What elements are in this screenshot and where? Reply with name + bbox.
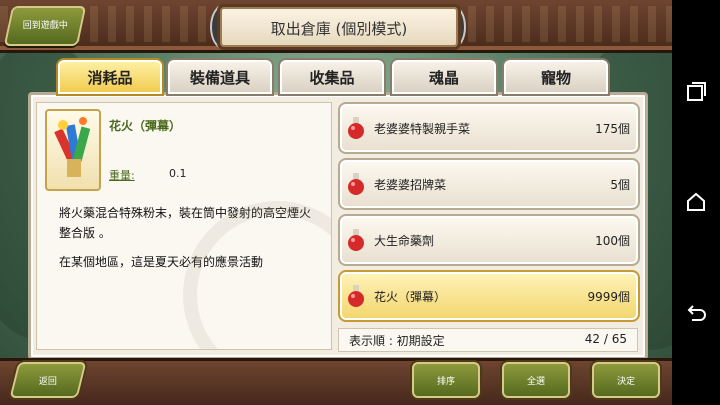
confirm-button-label: 決定 [616, 377, 635, 387]
item-count: 5個 [610, 178, 630, 192]
tab-label: 收集品 [309, 69, 355, 87]
tab-collectibles[interactable]: 收集品 [278, 58, 386, 96]
potion-icon [348, 117, 364, 139]
item-name: 老婆婆特製親手菜 [374, 122, 471, 136]
storage-count: 42 / 65 [584, 332, 627, 346]
tab-consumables[interactable]: 消耗品 [56, 58, 164, 96]
back-button[interactable]: 返回 [9, 362, 87, 398]
select-all-button[interactable]: 全選 [502, 362, 570, 398]
back-arrow-icon[interactable] [684, 302, 708, 326]
potion-icon [348, 173, 364, 195]
item-name: 老婆婆招牌菜 [374, 178, 447, 192]
item-description-extra: 在某個地區，這是夏天必有的應景活動 [59, 255, 264, 269]
potion-icon [348, 285, 364, 307]
item-name: 大生命藥劑 [374, 234, 435, 248]
back-to-game-label: 回到遊戲中 [22, 21, 68, 31]
sort-button-label: 排序 [436, 377, 455, 387]
tab-soul-crystals[interactable]: 魂晶 [390, 58, 498, 96]
item-name: 花火（彈幕） [374, 290, 447, 304]
item-count: 9999個 [587, 290, 630, 304]
list-footer: 表示順 : 初期設定 42 / 65 [338, 328, 638, 352]
back-button-label: 返回 [38, 377, 57, 387]
tab-pets[interactable]: 寵物 [502, 58, 610, 96]
item-name: 花火（彈幕） [109, 119, 182, 133]
home-icon[interactable] [684, 190, 708, 214]
fireworks-icon [45, 109, 101, 191]
list-item-selected[interactable]: 花火（彈幕） 9999個 [338, 270, 640, 322]
bottom-bar [0, 358, 672, 405]
list-item[interactable]: 大生命藥劑 100個 [338, 214, 640, 266]
tab-label: 消耗品 [87, 69, 133, 87]
item-description: 將火藥混合特殊粉末，裝在筒中發射的高空煙火整合版 。 [59, 206, 312, 240]
potion-icon [348, 229, 364, 251]
confirm-button[interactable]: 決定 [592, 362, 660, 398]
list-item[interactable]: 老婆婆特製親手菜 175個 [338, 102, 640, 154]
tab-label: 魂晶 [428, 69, 459, 87]
tab-equipment[interactable]: 裝備道具 [166, 58, 274, 96]
list-item[interactable]: 老婆婆招牌菜 5個 [338, 158, 640, 210]
item-count: 100個 [595, 234, 630, 248]
weight-value: 0.1 [169, 167, 187, 180]
item-count: 175個 [595, 122, 630, 136]
back-to-game-button[interactable]: 回到遊戲中 [3, 6, 87, 46]
item-detail-panel: 花火（彈幕） 重量: 0.1 將火藥混合特殊粉末，裝在筒中發射的高空煙火整合版 … [36, 102, 332, 350]
page-title: 取出倉庫 (個別模式) [270, 20, 408, 38]
tab-label: 裝備道具 [189, 69, 250, 87]
sort-button[interactable]: 排序 [412, 362, 480, 398]
sort-order-text: 表示順 : 初期設定 [349, 334, 445, 348]
recents-icon[interactable] [684, 80, 708, 104]
game-screen: 回到遊戲中 取出倉庫 (個別模式) 消耗品 裝備道具 收集品 魂晶 寵物 花火（… [0, 0, 672, 405]
page-title-plate: 取出倉庫 (個別模式) [220, 7, 458, 47]
tab-label: 寵物 [540, 69, 571, 87]
weight-label: 重量: [109, 169, 135, 182]
select-all-button-label: 全選 [526, 377, 545, 387]
